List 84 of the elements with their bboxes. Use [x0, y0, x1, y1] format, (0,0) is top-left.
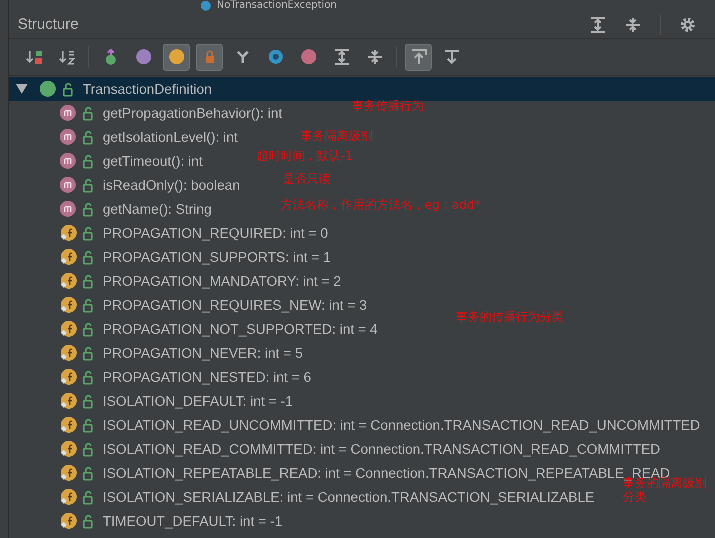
field-icon — [60, 225, 77, 241]
field-icon — [60, 465, 77, 481]
annotation-text: 事务隔离级别 — [301, 128, 373, 145]
unlocked-icon — [82, 154, 94, 168]
unlocked-icon — [82, 298, 94, 312]
interface-icon — [40, 81, 57, 97]
autoscroll-to-source-icon — [410, 49, 426, 65]
unlocked-icon — [82, 250, 94, 264]
tree-item[interactable]: getIsolationLevel(): int — [103, 130, 238, 144]
tree-item[interactable]: isReadOnly(): boolean — [103, 178, 240, 192]
collapse-all-icon[interactable] — [625, 16, 641, 32]
unlocked-icon — [82, 322, 94, 336]
tree-item[interactable]: ISOLATION_READ_COMMITTED: int = Connection.TRANSACTION_READ_COMMITTED — [103, 442, 660, 456]
field-icon — [60, 393, 77, 409]
tree-row[interactable]: TransactionDefinition — [9, 77, 715, 101]
tree-item[interactable]: getTimeout(): int — [103, 154, 203, 168]
expand-all-icon[interactable] — [590, 16, 606, 32]
lambda-icon — [300, 49, 316, 65]
unlocked-icon — [82, 202, 94, 216]
unlocked-icon — [82, 418, 94, 432]
unlocked-icon — [62, 82, 74, 96]
unlocked-icon — [82, 130, 94, 144]
field-icon — [60, 249, 77, 265]
tree-item[interactable]: PROPAGATION_SUPPORTS: int = 1 — [103, 250, 332, 264]
method-icon — [60, 153, 77, 169]
tree-item[interactable]: getPropagationBehavior(): int — [103, 106, 282, 120]
tree-item[interactable]: getName(): String — [103, 202, 212, 216]
unlocked-icon — [82, 442, 94, 456]
unlocked-icon — [82, 394, 94, 408]
toolbar-button[interactable] — [405, 44, 432, 70]
unlocked-icon — [82, 514, 94, 528]
expand-all-icon — [334, 49, 350, 65]
tree-item[interactable]: ISOLATION_DEFAULT: int = -1 — [103, 394, 294, 408]
method-icon — [60, 105, 77, 121]
field-icon — [60, 417, 77, 433]
toolbar-button[interactable] — [196, 44, 223, 70]
field-icon — [60, 513, 77, 529]
class-icon — [201, 0, 211, 10]
toolbar-button[interactable] — [163, 44, 190, 70]
annotation-text: 是否只读 — [283, 171, 331, 188]
unlocked-icon — [82, 274, 94, 288]
method-icon — [60, 201, 77, 217]
expand-arrow-icon[interactable] — [16, 83, 28, 95]
unlocked-icon — [82, 370, 94, 384]
unlocked-icon — [82, 466, 94, 480]
field-icon — [60, 345, 77, 361]
unlocked-icon — [82, 226, 94, 240]
annotation-text: 事务传播行为 — [352, 98, 424, 115]
field-icon — [60, 489, 77, 505]
field-icon — [60, 441, 77, 457]
tree-item[interactable]: PROPAGATION_REQUIRES_NEW: int = 3 — [103, 298, 368, 312]
unlocked-icon — [82, 490, 94, 504]
annotation-text: 事务的传播行为分类 — [456, 309, 564, 326]
tree-item[interactable]: TIMEOUT_DEFAULT: int = -1 — [103, 514, 283, 528]
method-icon — [60, 177, 77, 193]
settings-icon[interactable] — [680, 16, 696, 32]
tree-item[interactable]: PROPAGATION_NESTED: int = 6 — [103, 370, 312, 384]
method-icon — [60, 129, 77, 145]
field-icon — [60, 297, 77, 313]
tree-item-label: TransactionDefinition — [83, 82, 212, 96]
tree-item-label: NoTransactionException — [217, 0, 338, 11]
annotation-text: 超时时间，默认-1 — [257, 148, 353, 165]
unlocked-icon — [82, 178, 94, 192]
tree-item[interactable]: ISOLATION_SERIALIZABLE: int = Connection.TRANSACTION_SERIALIZABLE — [103, 490, 595, 504]
anonymous-class-icon — [268, 49, 284, 65]
hierarchy-icon — [234, 49, 250, 65]
properties-icon — [136, 49, 152, 65]
unlocked-icon — [82, 346, 94, 360]
tree-item[interactable]: PROPAGATION_NOT_SUPPORTED: int = 4 — [103, 322, 378, 336]
tree-item[interactable]: PROPAGATION_NEVER: int = 5 — [103, 346, 303, 360]
panel-title: Structure — [18, 16, 79, 33]
tree-item[interactable]: ISOLATION_READ_UNCOMMITTED: int = Connection.TRANSACTION_READ_UNCOMMITTED — [103, 418, 700, 432]
field-icon — [60, 321, 77, 337]
tree-item[interactable]: PROPAGATION_REQUIRED: int = 0 — [103, 226, 328, 240]
unlocked-icon — [82, 106, 94, 120]
tree-item[interactable]: PROPAGATION_MANDATORY: int = 2 — [103, 274, 342, 288]
collapse-all-icon — [366, 49, 382, 65]
sort-by-visibility-icon — [26, 49, 42, 65]
field-icon — [60, 273, 77, 289]
annotation-text: 方法名称，作用的方法名，eg：add* — [281, 197, 481, 214]
autoscroll-from-source-icon — [444, 49, 460, 65]
field-icon — [60, 369, 77, 385]
fields-icon — [168, 49, 184, 65]
sort-alphabetically-icon — [58, 49, 74, 65]
